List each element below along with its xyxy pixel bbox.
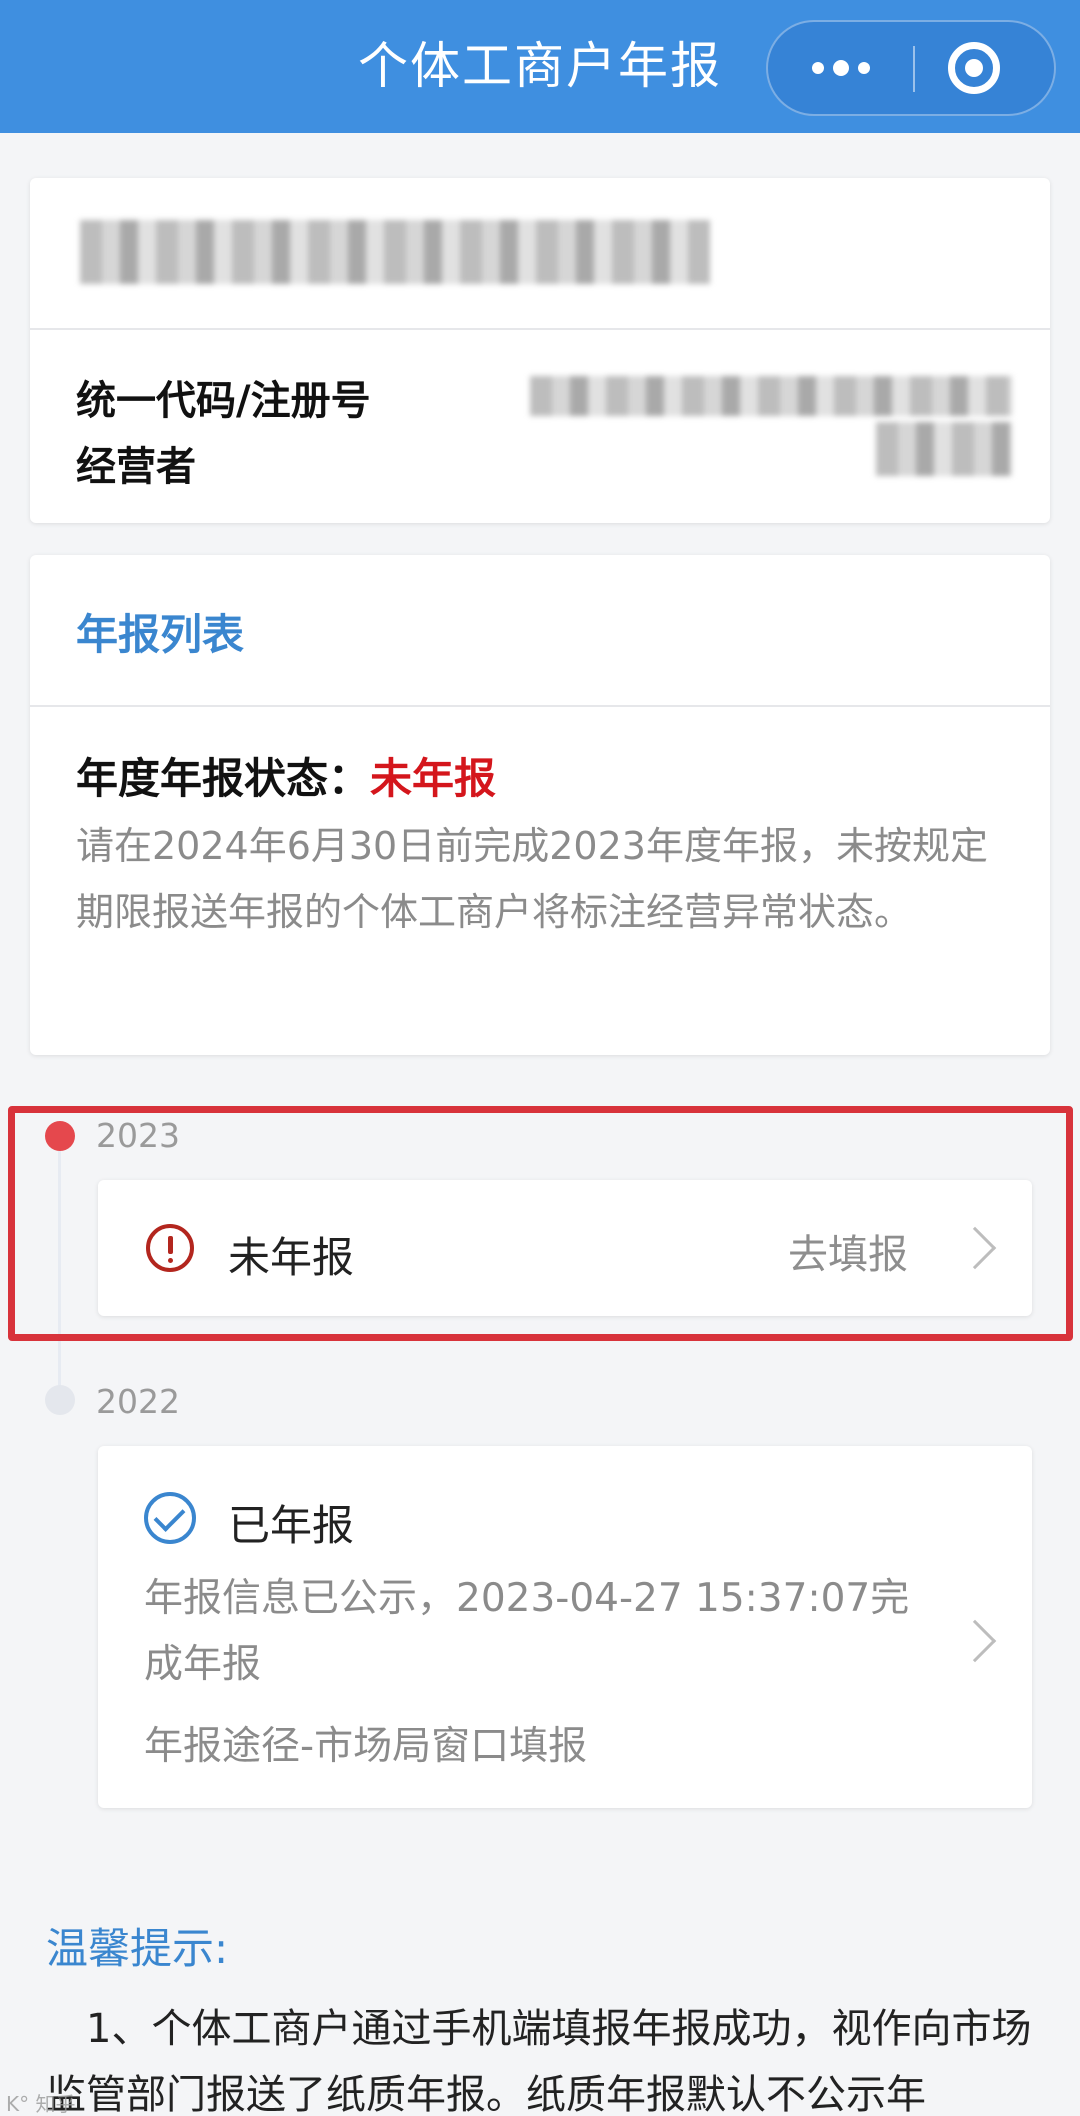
report-row-2022[interactable]: 已年报 年报信息已公示，2023-04-27 15:37:07完成年报 年报途径… <box>98 1446 1032 1808</box>
tips-text: 1、个体工商户通过手机端填报年报成功，视作向市场监管部门报送了纸质年报。纸质年报… <box>46 2006 1032 2116</box>
report-channel: 年报途径-市场局窗口填报 <box>144 1724 588 1769</box>
code-value-redacted <box>530 376 1012 416</box>
timeline-year: 2022 <box>96 1382 180 1421</box>
annual-status: 年度年报状态：未年报 <box>76 745 496 806</box>
watermark-logo: K° 知乎 <box>6 2092 76 2116</box>
annual-status-value: 未年报 <box>370 754 497 803</box>
capsule-divider <box>913 46 915 92</box>
code-label: 统一代码/注册号 <box>76 378 371 424</box>
target-icon[interactable] <box>948 42 1000 94</box>
highlight-frame <box>8 1106 1073 1341</box>
report-list-title: 年报列表 <box>76 610 245 659</box>
report-status-2022: 已年报 <box>228 1501 355 1550</box>
card-divider <box>30 328 1050 330</box>
nav-header: 个体工商户年报 <box>0 0 1080 133</box>
mini-program-capsule <box>766 20 1056 116</box>
more-dots-icon[interactable] <box>768 22 913 114</box>
annual-status-label: 年度年报状态： <box>76 754 371 803</box>
tips-title: 温馨提示: <box>46 1924 229 1973</box>
business-name-redacted <box>80 220 710 284</box>
annual-status-description: 请在2024年6月30日前完成2023年度年报，未按规定期限报送年报的个体工商户… <box>76 824 988 934</box>
report-list-card: 年报列表 年度年报状态：未年报 请在2024年6月30日前完成2023年度年报，… <box>30 555 1050 1055</box>
card-divider <box>30 705 1050 707</box>
operator-label: 经营者 <box>76 444 196 490</box>
report-publish-info: 年报信息已公示，2023-04-27 15:37:07完成年报 <box>144 1576 910 1687</box>
chevron-right-icon <box>953 1619 997 1663</box>
check-circle-icon <box>144 1492 196 1544</box>
business-info-card: 统一代码/注册号 经营者 <box>30 178 1050 523</box>
timeline-dot <box>45 1385 75 1415</box>
operator-value-redacted <box>876 422 1012 476</box>
